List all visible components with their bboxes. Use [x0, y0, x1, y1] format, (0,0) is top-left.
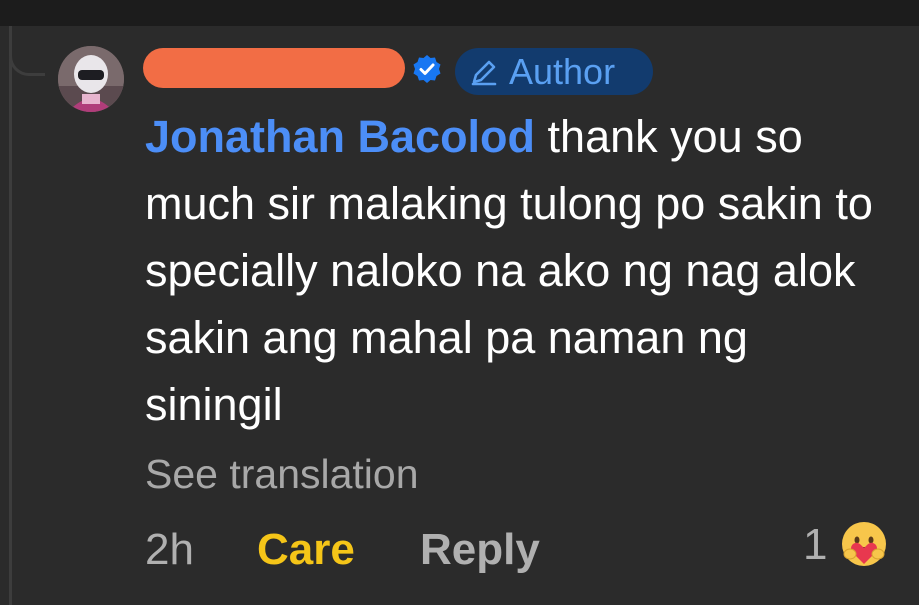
author-badge: Author — [455, 48, 653, 95]
see-translation-link[interactable]: See translation — [145, 447, 419, 502]
redacted-author-name[interactable] — [143, 48, 405, 88]
reply-button[interactable]: Reply — [420, 520, 540, 580]
reaction-count[interactable]: 1 — [803, 515, 827, 575]
thread-connector — [9, 26, 45, 76]
mention-link[interactable]: Jonathan Bacolod — [145, 111, 535, 162]
thread-line — [9, 26, 12, 605]
care-reaction-button[interactable]: Care — [257, 520, 355, 580]
pencil-icon — [471, 60, 497, 85]
comment-text: Jonathan Bacolod thank you so much sir m… — [145, 103, 885, 438]
author-badge-label: Author — [509, 51, 616, 92]
top-divider-bar — [0, 0, 919, 26]
avatar[interactable] — [58, 46, 124, 112]
care-emoji-icon[interactable] — [840, 520, 888, 568]
verified-badge-icon — [413, 55, 441, 83]
timestamp[interactable]: 2h — [145, 520, 194, 580]
